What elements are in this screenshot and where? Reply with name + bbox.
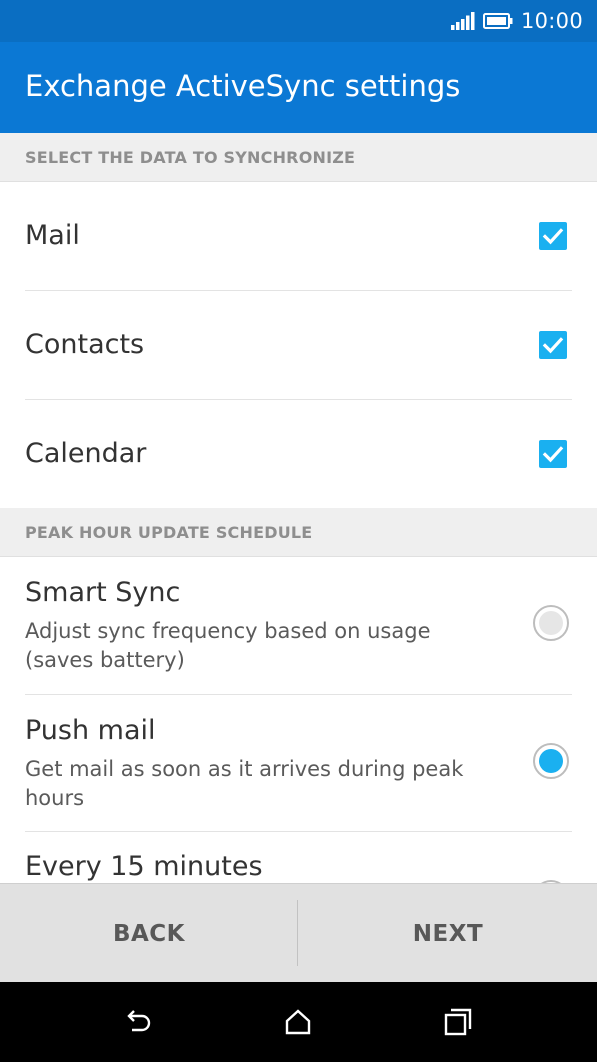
schedule-option-push-mail[interactable]: Push mail Get mail as soon as it arrives… <box>0 695 597 832</box>
sync-item-label: Calendar <box>25 438 147 469</box>
section-header-schedule: PEAK HOUR UPDATE SCHEDULE <box>0 508 597 557</box>
status-icons: 10:00 <box>450 8 583 34</box>
back-button[interactable]: BACK <box>0 884 298 983</box>
option-title: Smart Sync <box>25 577 181 608</box>
smart-sync-radio[interactable] <box>533 605 569 641</box>
signal-icon <box>450 12 475 30</box>
check-icon <box>542 228 564 245</box>
sync-item-mail[interactable]: Mail <box>0 182 597 290</box>
sync-item-contacts[interactable]: Contacts <box>0 291 597 399</box>
mail-checkbox[interactable] <box>539 222 567 250</box>
option-title: Every 15 minutes <box>25 851 263 882</box>
option-description: Get mail as soon as it arrives during pe… <box>25 757 464 810</box>
sync-item-label: Mail <box>25 220 80 251</box>
push-mail-radio[interactable] <box>533 743 569 779</box>
clock: 10:00 <box>520 9 583 33</box>
contacts-checkbox[interactable] <box>539 331 567 359</box>
page-title: Exchange ActiveSync settings <box>25 69 461 103</box>
home-icon[interactable] <box>282 1006 314 1038</box>
section-header-sync-label: SELECT THE DATA TO SYNCHRONIZE <box>25 148 356 167</box>
screen: 10:00 Exchange ActiveSync settings SELEC… <box>0 0 597 1062</box>
back-icon[interactable] <box>122 1006 154 1038</box>
next-button[interactable]: NEXT <box>299 884 597 983</box>
status-bar: 10:00 <box>0 0 597 42</box>
calendar-checkbox[interactable] <box>539 440 567 468</box>
recents-icon[interactable] <box>442 1006 474 1038</box>
check-icon <box>542 337 564 354</box>
battery-icon <box>482 13 513 29</box>
section-header-schedule-label: PEAK HOUR UPDATE SCHEDULE <box>25 523 313 542</box>
schedule-option-smart-sync[interactable]: Smart Sync Adjust sync frequency based o… <box>0 557 597 694</box>
button-divider <box>297 900 298 966</box>
app-bar: Exchange ActiveSync settings <box>0 42 597 133</box>
sync-item-calendar[interactable]: Calendar <box>0 400 597 508</box>
button-bar: BACK NEXT <box>0 883 597 983</box>
option-title: Push mail <box>25 715 156 746</box>
option-description: Adjust sync frequency based on usage (sa… <box>25 619 431 672</box>
sync-item-label: Contacts <box>25 329 145 360</box>
check-icon <box>542 446 564 463</box>
navigation-bar <box>0 982 597 1062</box>
section-header-sync: SELECT THE DATA TO SYNCHRONIZE <box>0 133 597 182</box>
